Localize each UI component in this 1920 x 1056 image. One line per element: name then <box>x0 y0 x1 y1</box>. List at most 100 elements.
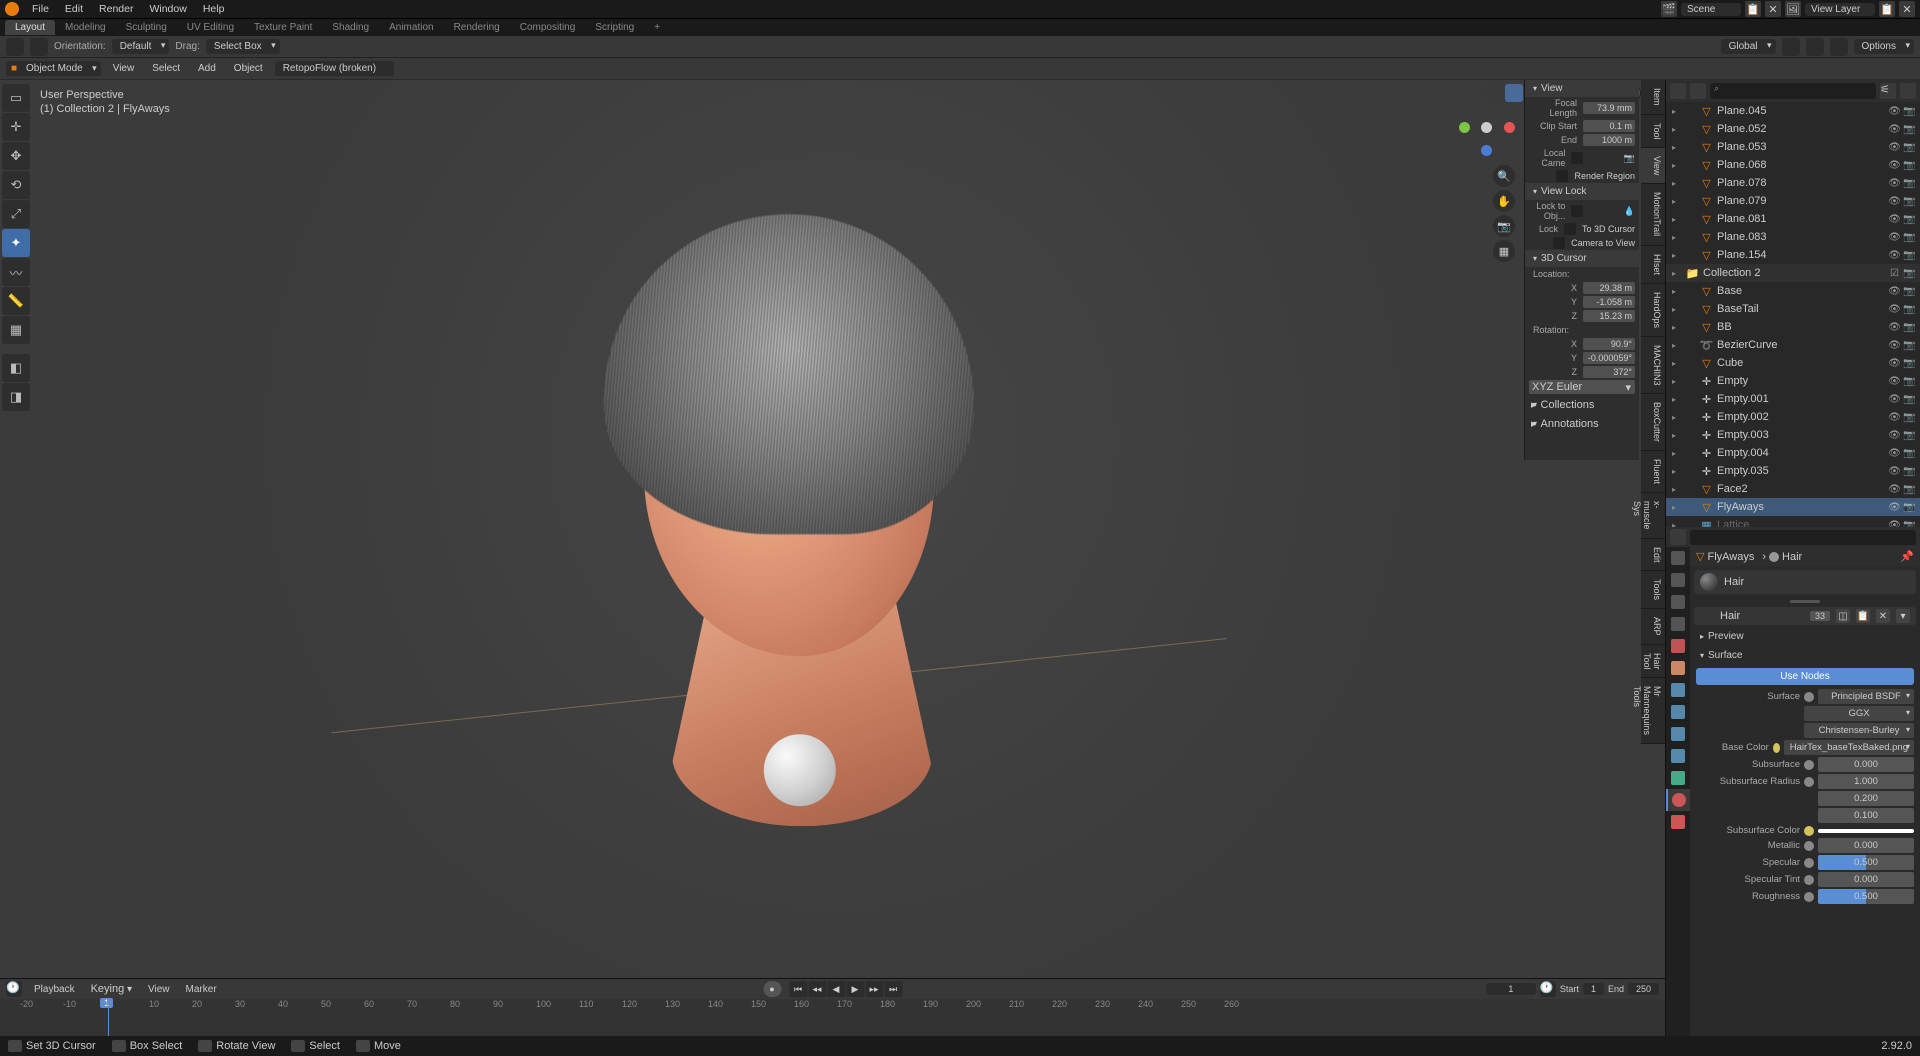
tab-rendering[interactable]: Rendering <box>444 20 510 35</box>
scene-icon[interactable]: 🎬 <box>1661 1 1677 17</box>
proptab-mesh[interactable] <box>1666 767 1690 789</box>
prev-keyframe-icon[interactable]: ◂◂ <box>808 981 826 997</box>
tool-add-cube[interactable]: ▦ <box>2 316 30 344</box>
ssscolor-socket[interactable] <box>1804 826 1814 836</box>
npanel-collections-header[interactable]: ▸ Collections <box>1525 395 1639 414</box>
ntab-edit[interactable]: Edit <box>1641 539 1665 572</box>
outliner-row[interactable]: ▸▽Plane.052👁📷 <box>1666 120 1920 138</box>
current-frame-field[interactable]: 1 <box>1486 983 1536 995</box>
basecolor-socket[interactable] <box>1773 743 1780 753</box>
metallic-socket[interactable] <box>1804 841 1814 851</box>
pivot-icon[interactable] <box>1782 38 1800 56</box>
outliner-row[interactable]: ▸▽Face2👁📷 <box>1666 480 1920 498</box>
tool-rotate[interactable]: ⟲ <box>2 171 30 199</box>
properties-editor-icon[interactable] <box>1670 529 1686 545</box>
ntab-boxcutter[interactable]: BoxCutter <box>1641 394 1665 451</box>
ntab-hiset[interactable]: HIset <box>1641 246 1665 284</box>
proportional-icon[interactable] <box>1830 38 1848 56</box>
menu-render[interactable]: Render <box>91 3 141 15</box>
ntab-motiontrail[interactable]: MotionTrail <box>1641 184 1665 245</box>
timeline-menu-marker[interactable]: Marker <box>182 984 221 995</box>
tab-animation[interactable]: Animation <box>379 20 443 35</box>
ntab-mr-mannequins-tools[interactable]: Mr Mannequins Tools <box>1641 678 1665 744</box>
material-users[interactable]: 33 <box>1810 611 1830 621</box>
proptab-texture[interactable] <box>1666 811 1690 833</box>
sssradius-socket[interactable] <box>1804 777 1814 787</box>
jump-start-icon[interactable]: ⏮ <box>789 981 807 997</box>
outliner-row[interactable]: ▸▽Plane.081👁📷 <box>1666 210 1920 228</box>
workspace-icon[interactable] <box>30 38 48 56</box>
outliner-row[interactable]: ▸▽Plane.068👁📷 <box>1666 156 1920 174</box>
viewlayer-new-icon[interactable]: 📋 <box>1879 1 1895 17</box>
outliner-row[interactable]: ▸▽Plane.079👁📷 <box>1666 192 1920 210</box>
header-menu-view[interactable]: View <box>107 63 141 74</box>
axis-z-icon[interactable] <box>1481 145 1492 156</box>
scene-new-icon[interactable]: 📋 <box>1745 1 1761 17</box>
zoom-icon[interactable]: 🔍 <box>1493 165 1515 187</box>
perspective-toggle-icon[interactable]: ▦ <box>1493 240 1515 262</box>
header-menu-add[interactable]: Add <box>192 63 222 74</box>
next-keyframe-icon[interactable]: ▸▸ <box>865 981 883 997</box>
tab-add-workspace[interactable]: + <box>644 20 670 35</box>
outliner-row[interactable]: ▸✛Empty.003👁📷 <box>1666 426 1920 444</box>
lock-object-field[interactable] <box>1571 205 1583 217</box>
proptab-modifiers[interactable] <box>1666 679 1690 701</box>
timeline-menu-playback[interactable]: Playback <box>30 984 79 995</box>
cursor-ry-field[interactable]: -0.000059° <box>1583 352 1635 364</box>
cam-to-view-checkbox[interactable] <box>1553 237 1565 249</box>
proptab-particles[interactable] <box>1666 701 1690 723</box>
orientation-dropdown[interactable]: Default <box>112 39 170 54</box>
tool-cursor[interactable]: ✛ <box>2 113 30 141</box>
tool-extra-2[interactable]: ◨ <box>2 383 30 411</box>
sss-radius-2-field[interactable]: 0.200 <box>1818 791 1914 806</box>
tab-compositing[interactable]: Compositing <box>510 20 586 35</box>
surface-socket[interactable] <box>1804 692 1814 702</box>
outliner-row[interactable]: ▸➰BezierCurve👁📷 <box>1666 336 1920 354</box>
material-menu-icon[interactable]: ▾ <box>1896 609 1910 623</box>
clip-start-field[interactable]: 0.1 m <box>1583 120 1635 132</box>
outliner-row[interactable]: ▸▽Plane.083👁📷 <box>1666 228 1920 246</box>
tool-transform[interactable]: ✦ <box>2 229 30 257</box>
snap-icon[interactable] <box>1806 38 1824 56</box>
menu-window[interactable]: Window <box>141 3 194 15</box>
subsurface-field[interactable]: 0.000 <box>1818 757 1914 772</box>
ntab-arp[interactable]: ARP <box>1641 609 1665 645</box>
outliner-row[interactable]: ▸✛Empty.002👁📷 <box>1666 408 1920 426</box>
tool-scale[interactable]: ⤢ <box>2 200 30 228</box>
tab-shading[interactable]: Shading <box>322 20 379 35</box>
outliner-row[interactable]: ▸✛Empty.001👁📷 <box>1666 390 1920 408</box>
tab-sculpting[interactable]: Sculpting <box>116 20 177 35</box>
outliner-row[interactable]: ▸▦Lattice👁📷 <box>1666 516 1920 527</box>
outliner-editor-icon[interactable] <box>1670 83 1686 99</box>
cursor-rx-field[interactable]: 90.9° <box>1583 338 1635 350</box>
pin-icon[interactable]: 📌 <box>1900 550 1914 563</box>
npanel-view-header[interactable]: View <box>1525 80 1639 97</box>
viewlayer-icon[interactable]: 🖼 <box>1785 1 1801 17</box>
cursor-x-field[interactable]: 29.38 m <box>1583 282 1635 294</box>
tool-move[interactable]: ✥ <box>2 142 30 170</box>
material-slot[interactable]: Hair <box>1694 570 1916 594</box>
use-nodes-button[interactable]: Use Nodes <box>1696 668 1914 685</box>
axis-x-icon[interactable] <box>1504 122 1515 133</box>
tool-annotate[interactable]: 〰 <box>2 258 30 286</box>
rotation-mode-dropdown[interactable]: XYZ Euler▾ <box>1529 380 1635 394</box>
proptab-world[interactable] <box>1666 635 1690 657</box>
ntab-machin3[interactable]: MACHIN3 <box>1641 337 1665 395</box>
menu-help[interactable]: Help <box>195 3 233 15</box>
ntab-view[interactable]: View <box>1641 148 1665 184</box>
timeline-editor-icon[interactable]: 🕐 <box>6 981 22 997</box>
ntab-tool[interactable]: Tool <box>1641 115 1665 149</box>
outliner-new-collection-icon[interactable] <box>1900 83 1916 99</box>
lock-cursor-checkbox[interactable] <box>1564 223 1576 235</box>
npanel-annotations-header[interactable]: ▸ Annotations <box>1525 414 1639 433</box>
outliner-row[interactable]: ▸▽BaseTail👁📷 <box>1666 300 1920 318</box>
outliner-row[interactable]: ▸✛Empty.035👁📷 <box>1666 462 1920 480</box>
tab-texture-paint[interactable]: Texture Paint <box>244 20 322 35</box>
tab-modeling[interactable]: Modeling <box>55 20 116 35</box>
timeline-ruler[interactable]: -20-100102030405060708090100110120130140… <box>0 999 1665 1036</box>
proptab-viewlayer[interactable] <box>1666 591 1690 613</box>
focal-length-field[interactable]: 73.9 mm <box>1583 102 1635 114</box>
ntab-item[interactable]: Item <box>1641 80 1665 115</box>
ntab-hardops[interactable]: HardOps <box>1641 284 1665 337</box>
roughness-socket[interactable] <box>1804 892 1814 902</box>
